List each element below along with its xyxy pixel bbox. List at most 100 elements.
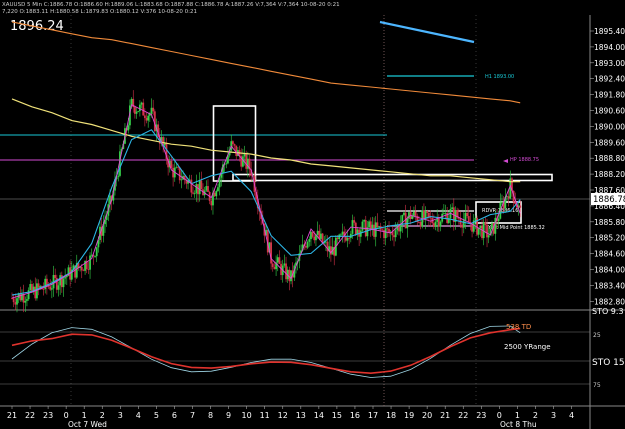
candle-body — [94, 256, 96, 257]
candle-body — [170, 160, 173, 168]
candle-body — [190, 179, 193, 193]
candle-body — [339, 234, 342, 236]
candle-body — [439, 221, 442, 227]
candle-body — [320, 233, 322, 239]
time-tick-label: 22 — [458, 411, 468, 420]
candle-body — [353, 220, 356, 223]
candle-body — [232, 141, 234, 145]
price-tick-label: 1888.80 — [594, 154, 625, 163]
candle-body — [491, 223, 493, 229]
candle-body — [479, 225, 482, 228]
candle-body — [87, 269, 90, 270]
candle-body — [152, 107, 155, 112]
candle-body — [363, 220, 366, 222]
time-tick-label: 18 — [386, 411, 396, 420]
candle-body — [270, 242, 273, 264]
price-tick-label: 1890.00 — [594, 122, 625, 131]
candle-body — [245, 153, 248, 169]
candle-body — [371, 224, 374, 229]
candle-body — [368, 221, 370, 228]
time-tick-label: 21 — [440, 411, 450, 420]
candle-body — [273, 267, 276, 270]
candle-body — [205, 186, 208, 191]
osc-top-label: STO 9.3 — [592, 307, 624, 316]
candle-body — [361, 221, 364, 231]
time-tick-label: 13 — [296, 411, 306, 420]
candle-body — [306, 241, 309, 248]
candle-body — [310, 231, 312, 240]
candle-body — [481, 225, 483, 239]
candle-body — [49, 286, 52, 290]
time-tick-label: 5 — [154, 411, 159, 420]
time-tick-label: 16 — [350, 411, 360, 420]
header-info: XAUUSD 5 Min C:1886.78 O:1886.60 H:1889.… — [2, 2, 340, 8]
candle-body — [403, 212, 405, 215]
candle-body — [143, 115, 146, 118]
candle-body — [341, 231, 344, 235]
candle-body — [200, 180, 203, 190]
time-tick-label: 4 — [136, 411, 141, 420]
candle-body — [217, 187, 219, 191]
candle-body — [474, 217, 477, 221]
candle-body — [26, 299, 28, 301]
candle-body — [305, 246, 307, 248]
time-tick-label: 0 — [497, 411, 502, 420]
candle-body — [444, 212, 447, 214]
candle-body — [381, 229, 384, 231]
osc-label-yrange: 2500 YRange — [504, 343, 551, 351]
candle-body — [487, 235, 490, 238]
candle-body — [241, 156, 244, 167]
time-tick-label: 3 — [118, 411, 123, 420]
price-tick-label: 1891.80 — [594, 91, 625, 100]
candle-body — [207, 186, 209, 192]
candle-body — [271, 263, 274, 268]
candle-body — [434, 221, 437, 227]
candle-body — [16, 298, 18, 305]
candle-body — [437, 218, 440, 227]
price-tick-label: 1883.40 — [594, 281, 625, 290]
candle-body — [213, 192, 216, 197]
time-tick-label: 19 — [404, 411, 414, 420]
candle-body — [519, 205, 522, 208]
candle-body — [218, 177, 221, 188]
candle-body — [150, 107, 153, 114]
time-tick-label: 12 — [278, 411, 288, 420]
time-tick-label: 21 — [7, 411, 17, 420]
price-tick-label: 1895.40 — [594, 27, 625, 36]
candle-body — [418, 221, 420, 223]
candle-body — [145, 117, 148, 121]
time-tick-label: 8 — [208, 411, 213, 420]
time-tick-label: 7 — [190, 411, 195, 420]
price-tick-label: 1893.00 — [594, 59, 625, 68]
candle-body — [210, 200, 213, 206]
candle-body — [399, 224, 402, 232]
candle-body — [47, 286, 50, 288]
candle-body — [464, 212, 467, 221]
candle-body — [31, 284, 33, 292]
candle-body — [373, 224, 375, 237]
candle-body — [243, 153, 246, 157]
candle-body — [348, 237, 351, 239]
candle-body — [175, 166, 178, 168]
candle-body — [59, 275, 62, 286]
candle-body — [54, 274, 57, 278]
candle-body — [140, 102, 143, 105]
trading-chart[interactable]: XAUUSD 5 Min C:1886.78 O:1886.60 H:1889.… — [0, 0, 625, 429]
candle-body — [316, 230, 319, 235]
candle-body — [283, 263, 286, 266]
time-tick-label: 10 — [242, 411, 252, 420]
candle-body — [484, 222, 487, 225]
time-tick-label: 2 — [100, 411, 105, 420]
candle-body — [193, 193, 196, 195]
candle-body — [178, 167, 181, 181]
candle-body — [354, 222, 357, 235]
price-tick-label: 1890.60 — [594, 107, 625, 116]
candle-body — [501, 201, 503, 203]
candle-body — [336, 237, 339, 240]
candle-body — [462, 220, 465, 228]
candle-body — [411, 215, 414, 219]
candle-body — [426, 211, 429, 213]
time-tick-label: 11 — [260, 411, 270, 420]
price-tick-label: 1894.00 — [594, 43, 625, 52]
candle-body — [89, 255, 91, 270]
